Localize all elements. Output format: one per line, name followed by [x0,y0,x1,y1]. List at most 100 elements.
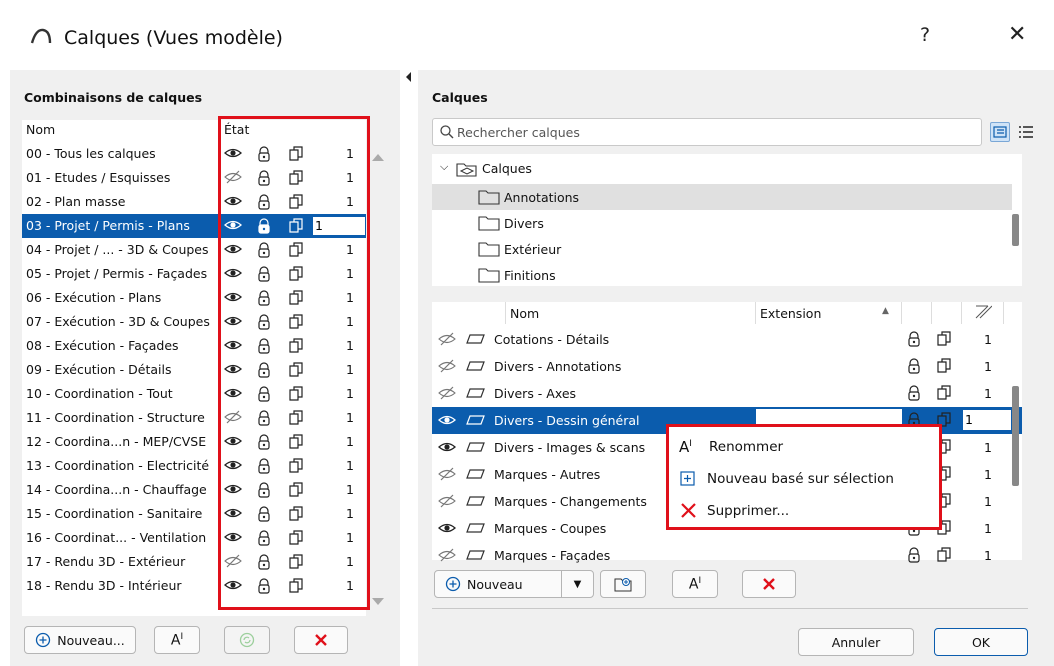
layer-name: Divers - Dessin général [494,413,640,428]
layer-type-icon [466,359,486,376]
tree-view-icon [993,126,1007,138]
scroll-down-arrow[interactable] [372,598,384,605]
tree-root-label: Calques [482,161,532,176]
eye-hidden-icon[interactable] [438,359,456,376]
tree-folder-item[interactable]: Extérieur [432,236,1012,262]
eye-icon[interactable] [438,440,456,457]
search-input[interactable]: Rechercher calques [432,118,982,146]
layer-row[interactable]: Cotations - Détails 1 [432,326,1022,353]
new-combination-label: Nouveau... [57,632,125,648]
lock-icon[interactable] [906,358,922,377]
layer-number: 1 [984,386,992,401]
layer-combinations-title: Combinaisons de calques [24,90,203,105]
delete-x-icon [681,503,696,518]
eye-hidden-icon[interactable] [438,548,456,565]
tree-scrollbar[interactable] [1012,214,1019,246]
column-intersection-header[interactable] [962,302,1004,324]
new-folder-button[interactable] [600,570,646,598]
combo-name: 03 - Projet / Permis - Plans [26,218,190,233]
combo-name: 02 - Plan masse [26,194,126,209]
tree-view-toggle[interactable] [990,122,1010,142]
scroll-up-arrow[interactable] [372,154,384,161]
delete-x-icon [315,634,327,646]
sort-indicator[interactable]: ▲ [882,302,932,324]
layer-row[interactable]: Divers - Axes 1 [432,380,1022,407]
rename-combination-button[interactable]: AI [154,626,200,654]
tree-root[interactable]: ⌵ Calques [432,156,1012,182]
window-title: Calques (Vues modèle) [64,27,283,49]
list-view-toggle[interactable] [1016,122,1036,142]
title-bar: Calques (Vues modèle) ? ✕ [0,0,1054,70]
wireframe-icon[interactable] [936,547,952,566]
footer-divider [432,608,1028,609]
rename-icon: AI [688,575,702,593]
combo-name: 17 - Rendu 3D - Extérieur [26,554,186,569]
layer-number: 1 [984,359,992,374]
layer-folder-tree[interactable]: ⌵ Calques Annotations Divers Extérieur Fini… [432,154,1022,286]
new-layer-label: Nouveau [467,576,523,592]
wireframe-icon[interactable] [936,385,952,404]
eye-hidden-icon[interactable] [438,467,456,484]
column-name-header[interactable]: Nom [26,122,55,137]
layer-type-icon [466,413,486,430]
column-name-header[interactable]: Nom [506,302,756,324]
wireframe-icon[interactable] [936,358,952,377]
eye-hidden-icon[interactable] [438,494,456,511]
combo-name: 13 - Coordination - Electricité [26,458,210,473]
table-header-icons [432,302,506,324]
panel-collapse-arrow[interactable] [406,72,411,82]
tree-folder-label: Finitions [504,268,556,283]
rename-icon: AI [170,631,184,649]
combo-name: 14 - Coordina...n - Chauffage [26,482,207,497]
tree-folder-item[interactable]: Annotations [432,184,1012,210]
ok-button[interactable]: OK [934,628,1028,656]
layer-row[interactable]: Marques - Façades 1 [432,542,1022,569]
context-menu-delete[interactable]: Supprimer... [679,499,789,523]
eye-hidden-icon[interactable] [438,332,456,349]
folder-icon [478,216,500,231]
lock-icon[interactable] [906,547,922,566]
new-from-selection-icon [680,471,695,486]
context-menu-new-from-selection[interactable]: Nouveau basé sur sélection [679,467,894,491]
column-lock-header[interactable] [932,302,962,324]
help-button[interactable]: ? [920,24,930,46]
layer-name: Marques - Coupes [494,521,607,536]
layer-name: Marques - Changements [494,494,647,509]
table-scrollbar[interactable] [1012,386,1019,486]
new-layer-dropdown-arrow[interactable]: ▼ [561,571,593,597]
rename-layer-button[interactable]: AI [672,570,718,598]
folder-icon [478,190,500,205]
layer-row[interactable]: Divers - Annotations 1 [432,353,1022,380]
update-combination-button[interactable] [224,626,270,654]
cancel-label: Annuler [831,634,881,650]
layer-name: Marques - Façades [494,548,611,563]
layer-name: Divers - Images & scans [494,440,646,455]
tree-folder-item[interactable]: Divers [432,210,1012,236]
eye-hidden-icon[interactable] [438,386,456,403]
eye-icon[interactable] [438,413,456,430]
delete-combination-button[interactable] [294,626,348,654]
layer-number: 1 [984,467,992,482]
new-combination-button[interactable]: Nouveau... [24,626,136,654]
layer-number-input[interactable]: 1 [962,409,1012,431]
eye-icon[interactable] [438,521,456,538]
cancel-button[interactable]: Annuler [798,628,914,656]
chevron-down-icon[interactable]: ⌵ [440,160,448,174]
intersection-group-icon [975,305,992,319]
layers-panel: Calques Rechercher calques ⌵ Calques Ann… [418,70,1054,666]
lock-icon[interactable] [906,385,922,404]
new-layer-button[interactable]: Nouveau ▼ [434,570,594,598]
close-button[interactable]: ✕ [1008,22,1026,47]
delete-layer-button[interactable] [742,570,796,598]
lock-icon[interactable] [906,331,922,350]
context-menu-rename[interactable]: AI Renommer [679,435,783,459]
layers-folder-icon [456,163,477,177]
combo-name: 15 - Coordination - Sanitaire [26,506,203,521]
tree-folder-item[interactable]: Finitions [432,262,1012,288]
folder-icon [478,268,500,283]
new-from-selection-label: Nouveau basé sur sélection [707,471,894,487]
wireframe-icon[interactable] [936,331,952,350]
column-extension-header[interactable]: Extension [756,302,902,324]
layer-type-icon [466,494,486,511]
context-menu: AI Renommer Nouveau basé sur sélection S… [666,424,942,530]
